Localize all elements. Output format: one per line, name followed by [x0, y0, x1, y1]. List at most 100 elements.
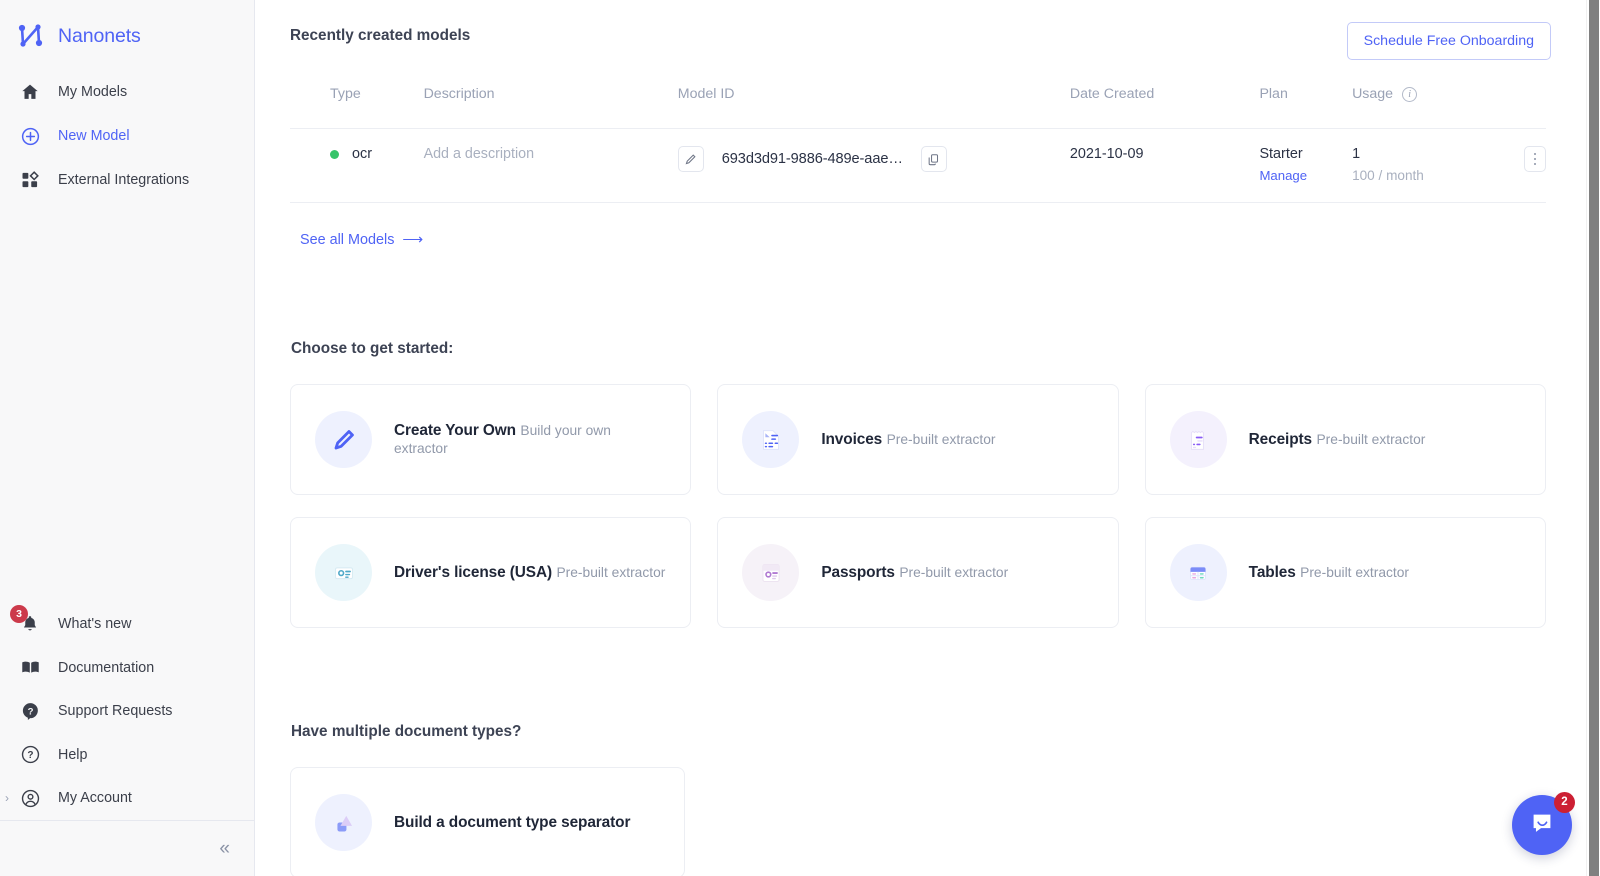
sidebar-item-label: Support Requests [58, 703, 173, 720]
sidebar: Nanonets My Models New Model External In… [0, 0, 255, 876]
page-scrollbar[interactable] [1586, 0, 1600, 876]
card-invoices[interactable]: Invoices Pre-built extractor [717, 384, 1119, 495]
shapes-separator-icon [315, 794, 372, 851]
sidebar-nav-secondary: 3 What's new Documentation ? Support Req… [0, 603, 254, 821]
card-title: Build a document type separator [394, 813, 631, 831]
cell-description: Add a description [424, 129, 678, 203]
brand-logo[interactable]: Nanonets [0, 0, 254, 58]
brand-name: Nanonets [58, 24, 141, 47]
whats-new-badge: 3 [10, 604, 28, 623]
sidebar-item-my-models[interactable]: My Models [0, 70, 254, 114]
cell-row-actions [1481, 129, 1546, 203]
card-title: Tables [1248, 563, 1296, 581]
intercom-unread-badge: 2 [1554, 792, 1575, 813]
card-drivers-license-usa[interactable]: Driver's license (USA) Pre-built extract… [290, 517, 692, 628]
sidebar-item-label: What's new [58, 616, 132, 633]
column-header-usage-label: Usage [1352, 86, 1394, 102]
card-title: Receipts [1248, 430, 1313, 448]
get-started-heading: Choose to get started: [291, 340, 454, 357]
see-all-models-label: See all Models [300, 232, 395, 248]
cell-plan: Starter Manage [1259, 129, 1352, 203]
pencil-icon [315, 411, 372, 468]
cell-model-id: 693d3d91-9886-489e-aae… [677, 129, 1070, 203]
cell-type: ocr [290, 129, 424, 203]
passport-icon [742, 544, 800, 601]
column-header-model-id: Model ID [677, 86, 735, 102]
card-subtitle: Pre-built extractor [1316, 431, 1426, 447]
intercom-launcher-button[interactable]: 2 [1512, 792, 1575, 855]
copy-model-id-button[interactable] [920, 146, 947, 172]
cell-usage: 1 100 / month [1352, 129, 1481, 203]
sidebar-item-new-model[interactable]: New Model [0, 114, 254, 158]
sidebar-item-whats-new[interactable]: 3 What's new [0, 603, 254, 647]
receipt-icon [1169, 411, 1227, 468]
svg-text:?: ? [27, 750, 33, 761]
kebab-menu-icon[interactable] [1524, 146, 1546, 172]
invoice-doc-icon [742, 411, 800, 468]
integrations-grid-icon [18, 168, 42, 192]
home-icon [18, 80, 42, 104]
manage-plan-link[interactable]: Manage [1259, 168, 1352, 183]
column-header-date-created: Date Created [1069, 86, 1155, 102]
see-all-models-link[interactable]: See all Models ⟶ [300, 232, 423, 248]
status-dot-icon [330, 149, 339, 159]
card-subtitle: Pre-built extractor [886, 431, 996, 447]
plan-value: Starter [1259, 146, 1303, 162]
card-title: Create Your Own [394, 421, 516, 439]
user-circle-icon [18, 786, 42, 810]
info-icon[interactable]: i [1402, 86, 1418, 102]
sidebar-item-my-account[interactable]: › My Account [0, 777, 254, 821]
card-subtitle: Pre-built extractor [1300, 564, 1410, 580]
card-title: Driver's license (USA) [394, 563, 552, 581]
column-header-description: Description [423, 86, 495, 102]
sidebar-item-label: Documentation [58, 659, 155, 676]
card-tables[interactable]: Tables Pre-built extractor [1144, 517, 1546, 628]
schedule-free-onboarding-button[interactable]: Schedule Free Onboarding [1346, 22, 1551, 60]
models-section-header: Recently created models Schedule Free On… [290, 0, 1551, 60]
book-icon [18, 656, 42, 680]
support-chat-icon: ? [18, 699, 42, 723]
svg-text:?: ? [27, 706, 33, 717]
main-content: Recently created models Schedule Free On… [255, 0, 1600, 876]
card-title: Passports [821, 563, 895, 581]
sidebar-item-support-requests[interactable]: ? Support Requests [0, 690, 254, 734]
multi-doc-heading: Have multiple document types? [291, 723, 522, 740]
collapse-sidebar-button[interactable]: « [219, 839, 229, 858]
card-create-your-own[interactable]: Create Your Own Build your own extractor [290, 384, 692, 495]
sidebar-footer: « [0, 820, 254, 876]
table-row[interactable]: ocr Add a description 693d3d91-9886-489e… [290, 128, 1546, 203]
card-title: Invoices [821, 430, 883, 448]
column-header-usage: Usage i [1352, 86, 1481, 129]
table-header: Type Description Model ID Date Created P… [290, 86, 1546, 129]
sidebar-item-help[interactable]: ? Help [0, 733, 254, 777]
sidebar-item-label: External Integrations [58, 172, 190, 188]
scrollbar-thumb[interactable] [1589, 0, 1599, 876]
column-header-plan: Plan [1259, 86, 1288, 102]
get-started-card-grid: Create Your Own Build your own extractor [290, 384, 1546, 628]
chevron-right-icon: › [5, 791, 9, 806]
column-header-type: Type [330, 86, 361, 102]
usage-count-value: 1 [1352, 146, 1361, 162]
id-card-icon [315, 544, 372, 601]
model-type-value: ocr [352, 146, 372, 162]
card-document-type-separator[interactable]: Build a document type separator [290, 767, 685, 876]
arrow-right-icon: ⟶ [402, 232, 424, 248]
sidebar-item-label: My Models [58, 84, 128, 100]
page-title: Recently created models [290, 27, 471, 44]
card-passports[interactable]: Passports Pre-built extractor [717, 517, 1119, 628]
usage-limit-value: 100 / month [1352, 168, 1424, 183]
intercom-chat-icon [1528, 809, 1556, 842]
nanonets-logo-icon [16, 21, 46, 51]
plus-circle-icon [18, 124, 42, 148]
edit-description-button[interactable] [677, 146, 704, 172]
table-grid-icon [1169, 544, 1227, 601]
sidebar-nav-primary: My Models New Model External Integration… [0, 70, 254, 202]
description-placeholder: Add a description [423, 146, 535, 162]
model-id-value: 693d3d91-9886-489e-aae… [721, 151, 903, 167]
card-subtitle: Pre-built extractor [556, 564, 666, 580]
cell-date-created: 2021-10-09 [1069, 146, 1144, 162]
column-header-actions [1481, 86, 1546, 129]
card-receipts[interactable]: Receipts Pre-built extractor [1144, 384, 1546, 495]
sidebar-item-documentation[interactable]: Documentation [0, 646, 254, 690]
sidebar-item-external-integrations[interactable]: External Integrations [0, 158, 254, 202]
